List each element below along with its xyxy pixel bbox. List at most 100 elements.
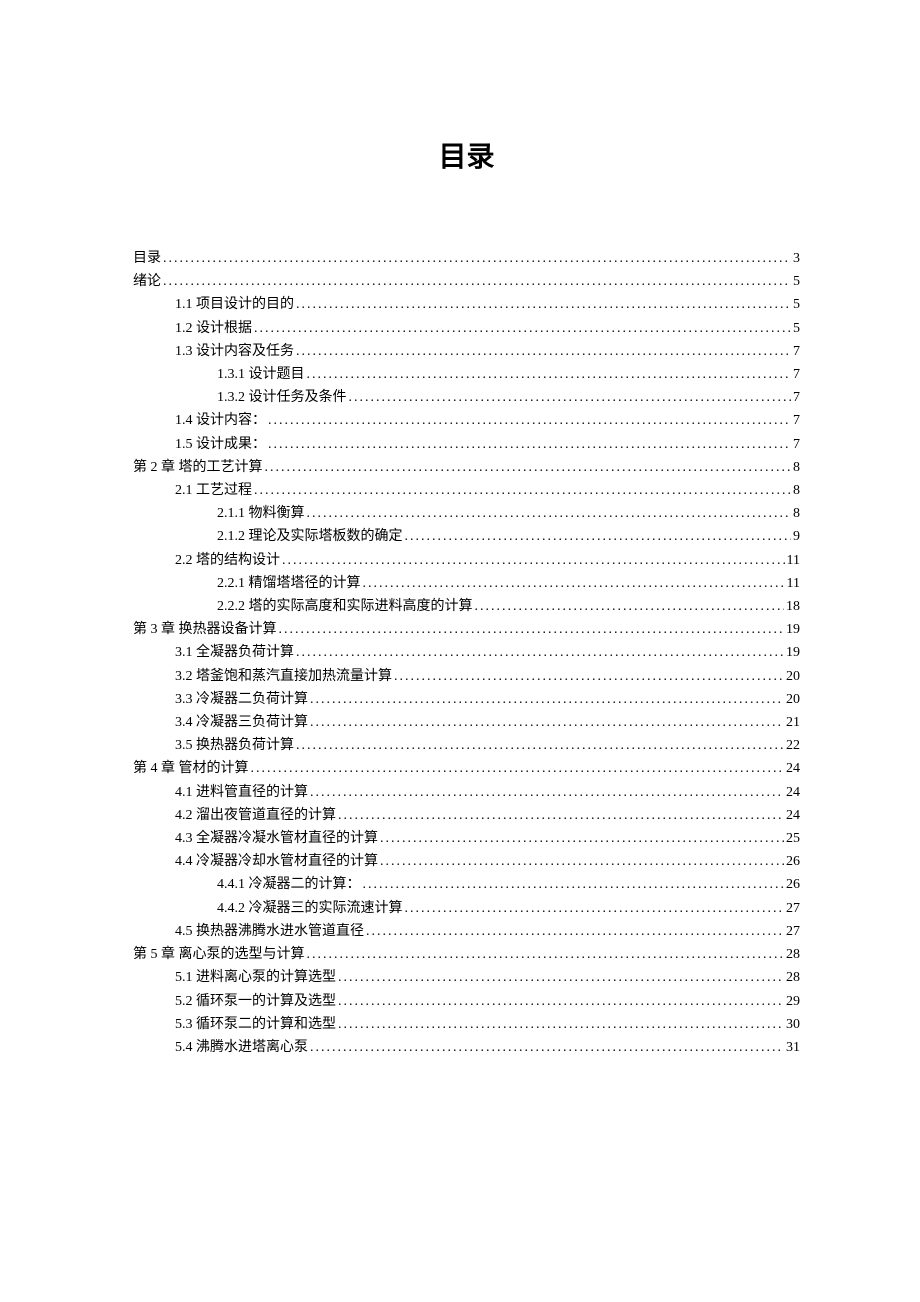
toc-entry-page: 19 xyxy=(786,618,800,641)
toc-entry: 第 3 章 换热器设备计算 19 xyxy=(133,618,800,641)
toc-entry-page: 26 xyxy=(786,873,800,896)
table-of-contents: 目录3绪论51.1 项目设计的目的51.2 设计根据51.3 设计内容及任务71… xyxy=(133,247,800,1059)
toc-entry-label: 目录 xyxy=(133,247,161,270)
toc-entry: 1.3 设计内容及任务7 xyxy=(133,340,800,363)
toc-entry: 2.1.2 理论及实际塔板数的确定9 xyxy=(133,525,800,548)
toc-entry-label: 4.4.2 冷凝器三的实际流速计算 xyxy=(217,897,403,920)
toc-entry-label: 第 3 章 换热器设备计算 xyxy=(133,618,277,641)
toc-entry-page: 5 xyxy=(793,293,800,316)
toc-entry: 绪论5 xyxy=(133,270,800,293)
toc-leader-dots xyxy=(338,804,784,827)
toc-entry-label: 2.1 工艺过程 xyxy=(175,479,252,502)
toc-entry-page: 27 xyxy=(786,920,800,943)
toc-entry: 3.3 冷凝器二负荷计算20 xyxy=(133,688,800,711)
toc-entry-page: 8 xyxy=(793,456,800,479)
toc-entry: 1.3.1 设计题目7 xyxy=(133,363,800,386)
toc-entry-page: 28 xyxy=(786,943,800,966)
toc-entry: 第 5 章 离心泵的选型与计算 28 xyxy=(133,943,800,966)
toc-leader-dots xyxy=(296,734,784,757)
toc-entry-label: 3.5 换热器负荷计算 xyxy=(175,734,294,757)
toc-leader-dots xyxy=(349,386,792,409)
toc-leader-dots xyxy=(296,340,791,363)
toc-entry-label: 1.1 项目设计的目的 xyxy=(175,293,294,316)
toc-entry: 目录3 xyxy=(133,247,800,270)
toc-entry-label: 2.1.1 物料衡算 xyxy=(217,502,305,525)
toc-leader-dots xyxy=(310,781,784,804)
toc-leader-dots xyxy=(307,943,785,966)
toc-entry-page: 5 xyxy=(793,317,800,340)
toc-entry-label: 3.4 冷凝器三负荷计算 xyxy=(175,711,308,734)
toc-entry-page: 18 xyxy=(786,595,800,618)
toc-leader-dots xyxy=(405,525,792,548)
toc-entry-label: 1.3.2 设计任务及条件 xyxy=(217,386,347,409)
toc-entry: 3.4 冷凝器三负荷计算21 xyxy=(133,711,800,734)
toc-entry-label: 4.1 进料管直径的计算 xyxy=(175,781,308,804)
toc-leader-dots xyxy=(307,363,792,386)
toc-leader-dots xyxy=(268,433,791,456)
toc-entry: 3.2 塔釜饱和蒸汽直接加热流量计算20 xyxy=(133,665,800,688)
toc-leader-dots xyxy=(363,873,785,896)
toc-entry: 2.1 工艺过程 8 xyxy=(133,479,800,502)
toc-leader-dots xyxy=(363,572,785,595)
toc-entry-label: 4.5 换热器沸腾水进水管道直径 xyxy=(175,920,364,943)
toc-entry-page: 9 xyxy=(793,525,800,548)
toc-entry: 4.4 冷凝器冷却水管材直径的计算26 xyxy=(133,850,800,873)
toc-entry-page: 7 xyxy=(793,363,800,386)
toc-entry-page: 11 xyxy=(787,572,800,595)
toc-leader-dots xyxy=(394,665,784,688)
toc-entry-label: 第 4 章 管材的计算 xyxy=(133,757,249,780)
toc-leader-dots xyxy=(265,456,792,479)
toc-entry: 2.2 塔的结构设计11 xyxy=(133,549,800,572)
toc-entry-label: 第 5 章 离心泵的选型与计算 xyxy=(133,943,305,966)
toc-entry-page: 22 xyxy=(786,734,800,757)
toc-entry-page: 7 xyxy=(793,433,800,456)
toc-entry-page: 20 xyxy=(786,665,800,688)
toc-entry: 4.1 进料管直径的计算 24 xyxy=(133,781,800,804)
toc-leader-dots xyxy=(338,1013,784,1036)
toc-entry: 4.5 换热器沸腾水进水管道直径 27 xyxy=(133,920,800,943)
toc-entry-page: 24 xyxy=(786,781,800,804)
toc-entry: 第 4 章 管材的计算 24 xyxy=(133,757,800,780)
toc-entry-page: 28 xyxy=(786,966,800,989)
toc-leader-dots xyxy=(296,641,784,664)
toc-entry: 第 2 章 塔的工艺计算 8 xyxy=(133,456,800,479)
toc-entry-page: 24 xyxy=(786,757,800,780)
toc-entry-page: 30 xyxy=(786,1013,800,1036)
toc-leader-dots xyxy=(251,757,785,780)
toc-entry: 1.3.2 设计任务及条件7 xyxy=(133,386,800,409)
toc-entry-page: 27 xyxy=(786,897,800,920)
toc-leader-dots xyxy=(366,920,784,943)
toc-entry-label: 1.5 设计成果： xyxy=(175,433,266,456)
toc-entry-page: 8 xyxy=(793,479,800,502)
toc-entry: 3.5 换热器负荷计算 22 xyxy=(133,734,800,757)
toc-entry-label: 4.3 全凝器冷凝水管材直径的计算 xyxy=(175,827,378,850)
toc-leader-dots xyxy=(380,850,784,873)
page-title: 目录 xyxy=(133,135,800,175)
toc-leader-dots xyxy=(282,549,785,572)
toc-entry-page: 7 xyxy=(793,409,800,432)
toc-entry-label: 5.1 进料离心泵的计算选型 xyxy=(175,966,336,989)
toc-entry: 5.2 循环泵一的计算及选型29 xyxy=(133,990,800,1013)
toc-entry: 1.4 设计内容：7 xyxy=(133,409,800,432)
toc-leader-dots xyxy=(405,897,785,920)
toc-entry: 5.4 沸腾水进塔离心泵31 xyxy=(133,1036,800,1059)
toc-leader-dots xyxy=(163,247,791,270)
toc-entry-label: 第 2 章 塔的工艺计算 xyxy=(133,456,263,479)
toc-entry-label: 绪论 xyxy=(133,270,161,293)
toc-entry-page: 7 xyxy=(793,340,800,363)
toc-leader-dots xyxy=(310,1036,784,1059)
toc-entry: 4.3 全凝器冷凝水管材直径的计算25 xyxy=(133,827,800,850)
toc-entry-page: 20 xyxy=(786,688,800,711)
toc-leader-dots xyxy=(380,827,784,850)
toc-entry: 1.5 设计成果： 7 xyxy=(133,433,800,456)
toc-leader-dots xyxy=(338,966,784,989)
toc-entry-page: 31 xyxy=(786,1036,800,1059)
toc-leader-dots xyxy=(296,293,791,316)
toc-entry-page: 26 xyxy=(786,850,800,873)
toc-leader-dots xyxy=(338,990,784,1013)
toc-entry: 4.4.2 冷凝器三的实际流速计算 27 xyxy=(133,897,800,920)
toc-leader-dots xyxy=(310,688,784,711)
toc-entry: 2.2.2 塔的实际高度和实际进料高度的计算18 xyxy=(133,595,800,618)
toc-entry: 1.2 设计根据5 xyxy=(133,317,800,340)
toc-entry: 4.4.1 冷凝器二的计算：26 xyxy=(133,873,800,896)
